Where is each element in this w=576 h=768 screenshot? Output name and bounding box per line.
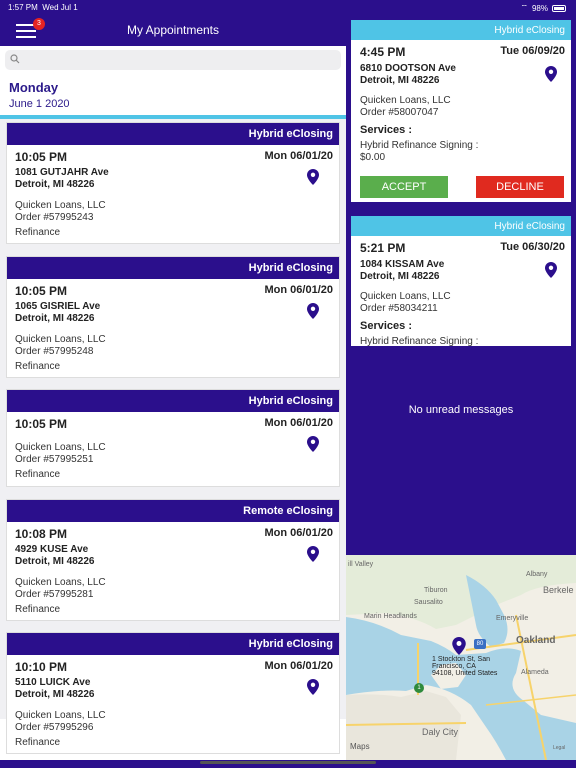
- appointment-date: Mon 06/01/20: [264, 417, 333, 429]
- closing-type: Hybrid eClosing: [351, 216, 571, 236]
- appointment-info: Quicken Loans, LLC Order #57995243 Refinan…: [15, 200, 106, 238]
- appointment-date: Mon 06/01/20: [264, 660, 333, 672]
- header: 3 My Appointments: [0, 14, 346, 46]
- search-input[interactable]: [5, 50, 341, 71]
- status-bar: 1:57 PM Wed Jul 1 ⌔ 98%: [0, 0, 576, 14]
- map-pin-icon[interactable]: [452, 637, 466, 655]
- map-address-label: 1 Stockton St, San Francisco, CA 94108, Un…: [432, 656, 498, 677]
- request-date: Tue 06/30/20: [500, 241, 565, 253]
- appointment-card[interactable]: Hybrid eClosing 10:05 PM Mon 06/01/20 Qu…: [6, 389, 340, 487]
- appointment-time: 10:10 PM: [15, 660, 68, 674]
- appointment-card[interactable]: Hybrid eClosing 10:10 PM Mon 06/01/20 51…: [6, 632, 340, 754]
- closing-type: Hybrid eClosing: [7, 257, 339, 279]
- status-right: ⌔ 98%: [520, 3, 566, 13]
- appointment-time: 10:08 PM: [15, 527, 68, 541]
- appointments-pane: Monday June 1 2020 Hybrid eClosing 10:05…: [0, 46, 346, 760]
- appointment-address: 1081 GUTJAHR Ave Detroit, MI 48226: [15, 167, 109, 190]
- map-label: Oakland: [516, 635, 556, 646]
- service-item: Hybrid Refinance Signing : $0.00: [360, 140, 479, 163]
- decline-button[interactable]: DECLINE: [476, 176, 564, 198]
- map-label: Berkele: [543, 585, 574, 595]
- request-card[interactable]: Hybrid eClosing 4:45 PM Tue 06/09/20 681…: [351, 20, 571, 202]
- services-label: Services :: [360, 124, 412, 136]
- location-pin-icon[interactable]: [545, 66, 557, 82]
- appointment-time: 10:05 PM: [15, 150, 68, 164]
- request-info: Quicken Loans, LLC Order #58007047: [360, 95, 451, 118]
- wifi-icon: ⌔: [520, 3, 528, 12]
- request-info: Quicken Loans, LLC Order #58034211: [360, 291, 451, 314]
- request-time: 5:21 PM: [360, 241, 406, 255]
- location-pin-icon[interactable]: [545, 262, 557, 278]
- closing-type: Hybrid eClosing: [351, 20, 571, 40]
- map-label: Sausalito: [414, 599, 443, 606]
- appointment-date: Mon 06/01/20: [264, 284, 333, 296]
- requests-pane: Hybrid eClosing 4:45 PM Tue 06/09/20 681…: [346, 14, 576, 760]
- location-pin-icon[interactable]: [307, 546, 319, 562]
- battery-percent: 98%: [531, 3, 548, 13]
- closing-type: Remote eClosing: [7, 500, 339, 522]
- closing-type: Hybrid eClosing: [7, 633, 339, 655]
- map-label: Marin Headlands: [364, 613, 417, 620]
- appointment-time: 10:05 PM: [15, 417, 68, 431]
- home-indicator[interactable]: [200, 761, 376, 764]
- appointment-info: Quicken Loans, LLC Order #57995248 Refinan…: [15, 334, 106, 372]
- location-pin-icon[interactable]: [307, 436, 319, 452]
- service-item: Hybrid Refinance Signing :: [360, 336, 479, 346]
- appointment-card[interactable]: Remote eClosing 10:08 PM Mon 06/01/20 49…: [6, 499, 340, 621]
- accept-button[interactable]: ACCEPT: [360, 176, 448, 198]
- highway-shield: 80: [474, 639, 486, 649]
- legal-link[interactable]: Legal: [553, 745, 565, 751]
- appointment-address: 5110 LUICK Ave Detroit, MI 48226: [15, 677, 95, 700]
- location-pin-icon[interactable]: [307, 169, 319, 185]
- map-label: Emeryville: [496, 615, 529, 622]
- highway-shield: 1: [414, 683, 424, 693]
- section-day: Monday: [9, 80, 59, 95]
- map-view[interactable]: ill Valley Tiburon Albany Berkele Sausal…: [346, 555, 576, 760]
- battery-icon: [552, 4, 566, 12]
- request-address: 1084 KISSAM Ave Detroit, MI 48226: [360, 259, 445, 282]
- appointment-time: 10:05 PM: [15, 284, 68, 298]
- appointment-date: Mon 06/01/20: [264, 527, 333, 539]
- appointment-info: Quicken Loans, LLC Order #57995296 Refinan…: [15, 710, 106, 748]
- services-label: Services :: [360, 320, 412, 332]
- request-address: 6810 DOOTSON Ave Detroit, MI 48226: [360, 63, 456, 86]
- page-title: My Appointments: [126, 23, 220, 37]
- map-label: Alameda: [521, 669, 549, 676]
- status-time: 1:57 PM Wed Jul 1: [8, 3, 78, 12]
- location-pin-icon[interactable]: [307, 679, 319, 695]
- request-card[interactable]: Hybrid eClosing 5:21 PM Tue 06/30/20 108…: [351, 216, 571, 346]
- appointment-address: 1065 GISRIEL Ave Detroit, MI 48226: [15, 301, 101, 324]
- map-label: Tiburon: [424, 587, 448, 594]
- section-date: June 1 2020: [9, 98, 70, 110]
- no-messages-text: No unread messages: [408, 404, 514, 416]
- search-icon: [10, 54, 20, 64]
- closing-type: Hybrid eClosing: [7, 123, 339, 145]
- closing-type: Hybrid eClosing: [7, 390, 339, 412]
- appointment-card[interactable]: Hybrid eClosing 10:05 PM Mon 06/01/20 10…: [6, 122, 340, 244]
- appointment-card[interactable]: Hybrid eClosing 10:05 PM Mon 06/01/20 10…: [6, 256, 340, 378]
- search-bar: [5, 50, 341, 71]
- request-date: Tue 06/09/20: [500, 45, 565, 57]
- location-pin-icon[interactable]: [307, 303, 319, 319]
- appointment-info: Quicken Loans, LLC Order #57995281 Refinan…: [15, 577, 106, 615]
- map-label: Daly City: [422, 727, 459, 737]
- map-label: Albany: [526, 571, 548, 578]
- request-time: 4:45 PM: [360, 45, 406, 59]
- appointment-info: Quicken Loans, LLC Order #57995251 Refinan…: [15, 442, 106, 480]
- appointment-address: 4929 KUSE Ave Detroit, MI 48226: [15, 544, 95, 567]
- maps-logo: Maps: [350, 742, 370, 751]
- appointment-date: Mon 06/01/20: [264, 150, 333, 162]
- map-label: ill Valley: [348, 561, 374, 568]
